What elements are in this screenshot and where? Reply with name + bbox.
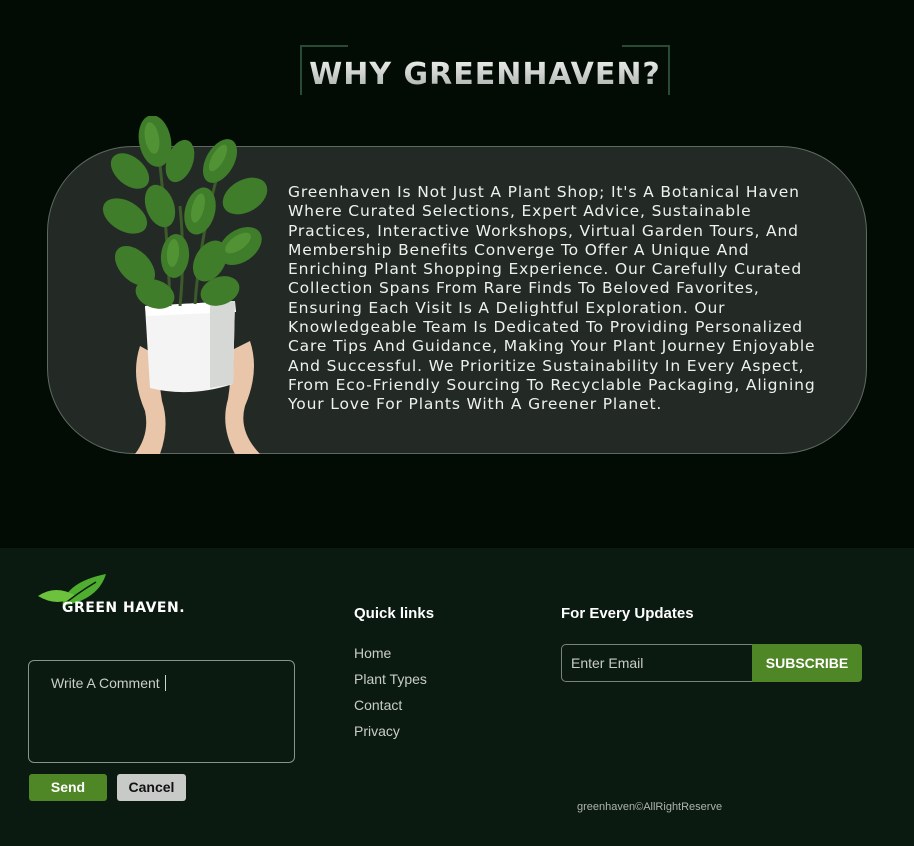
- quick-link-contact[interactable]: Contact: [354, 696, 427, 722]
- updates-title: For Every Updates: [561, 605, 694, 622]
- quick-links-title: Quick links: [354, 605, 435, 622]
- quick-link-plant-types[interactable]: Plant Types: [354, 670, 427, 696]
- plant-image: [102, 116, 268, 454]
- copyright-text: greenhaven©AllRightReserve: [577, 801, 723, 813]
- email-input[interactable]: [561, 644, 756, 682]
- quick-links-list: Home Plant Types Contact Privacy: [354, 644, 427, 748]
- cancel-button[interactable]: Cancel: [117, 774, 186, 801]
- page: WHY GREENHAVEN? Greenhaven Is Not Just A…: [0, 0, 914, 846]
- quick-link-home[interactable]: Home: [354, 644, 427, 670]
- logo-text: GREEN HAVEN.: [62, 600, 186, 616]
- why-description: Greenhaven Is Not Just A Plant Shop; It'…: [288, 183, 816, 414]
- quick-link-privacy[interactable]: Privacy: [354, 722, 427, 748]
- section-heading-frame: WHY GREENHAVEN?: [300, 45, 670, 95]
- section-heading: WHY GREENHAVEN?: [300, 57, 670, 92]
- text-caret: [164, 675, 166, 691]
- send-button[interactable]: Send: [29, 774, 107, 801]
- comment-placeholder: Write A Comment: [51, 675, 166, 691]
- comment-textarea[interactable]: Write A Comment: [28, 660, 295, 763]
- subscribe-button[interactable]: SUBSCRIBE: [752, 644, 862, 682]
